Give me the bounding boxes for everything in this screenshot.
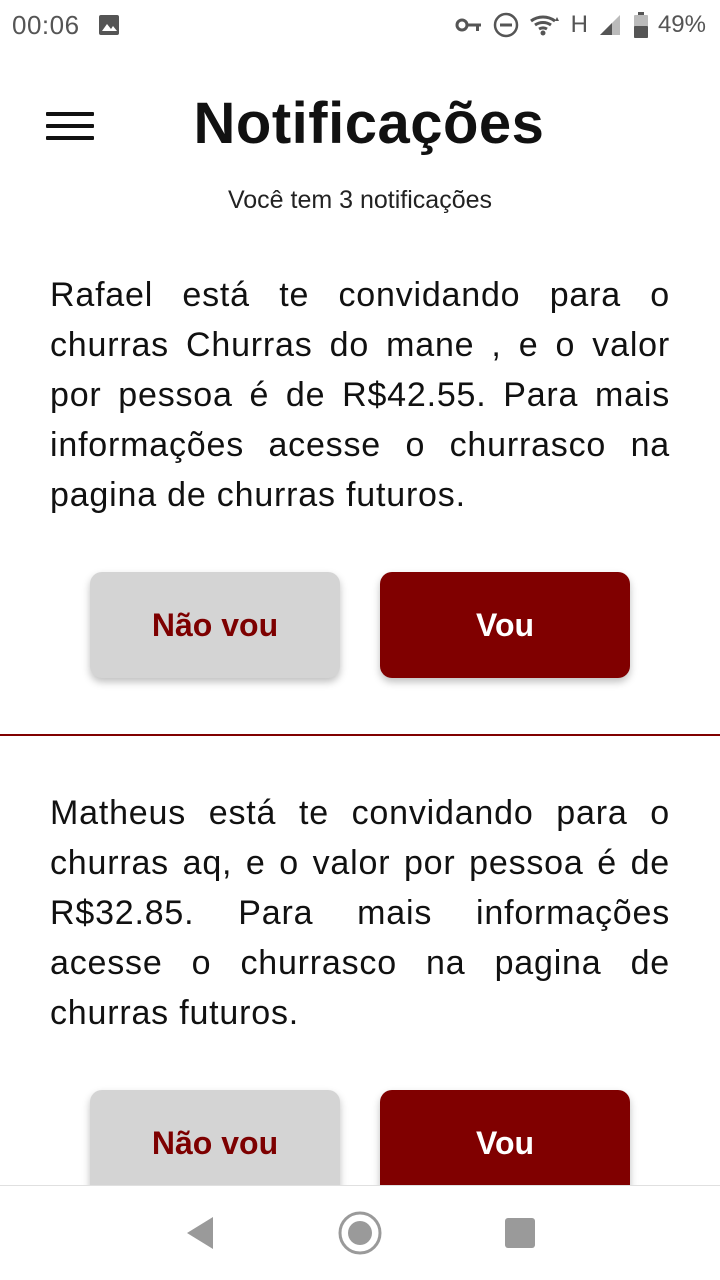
- divider: [0, 734, 720, 736]
- status-right: H 49%: [455, 11, 706, 39]
- vpn-key-icon: [455, 16, 483, 34]
- image-icon: [98, 14, 120, 36]
- do-not-disturb-icon: [493, 12, 519, 38]
- notification-actions: Não vou Vou: [0, 1090, 720, 1185]
- notification-text: Rafael está te convidando para o churras…: [50, 276, 670, 514]
- notification-actions: Não vou Vou: [0, 572, 720, 678]
- page-title: Notificações: [193, 91, 545, 156]
- status-time: 00:06: [12, 9, 80, 40]
- battery-percent: 49%: [657, 11, 706, 38]
- home-icon[interactable]: [330, 1203, 390, 1263]
- notification-item: Rafael está te convidando para o churras…: [0, 270, 720, 736]
- notification-item: Matheus está te convidando para o churra…: [0, 788, 720, 1185]
- notification-list[interactable]: Rafael está te convidando para o churras…: [0, 270, 720, 1185]
- wifi-icon: [529, 13, 561, 37]
- recents-icon[interactable]: [490, 1203, 550, 1263]
- notification-count: Você tem 3 notificações: [227, 186, 493, 214]
- notification-text: Matheus está te convidando para o churra…: [50, 794, 670, 1032]
- battery-icon: [633, 12, 648, 38]
- decline-button[interactable]: Não vou: [90, 1090, 340, 1185]
- status-bar: 00:06 H 49%: [0, 0, 720, 50]
- decline-button[interactable]: Não vou: [90, 572, 340, 678]
- app-header: Notificações: [0, 80, 720, 170]
- status-left: 00:06: [12, 10, 120, 41]
- system-nav-bar: [0, 1185, 720, 1280]
- signal-icon: [598, 13, 624, 37]
- accept-button[interactable]: Vou: [380, 1090, 630, 1185]
- network-type-label: H: [570, 11, 588, 38]
- back-icon[interactable]: [170, 1203, 230, 1263]
- accept-button[interactable]: Vou: [380, 572, 630, 678]
